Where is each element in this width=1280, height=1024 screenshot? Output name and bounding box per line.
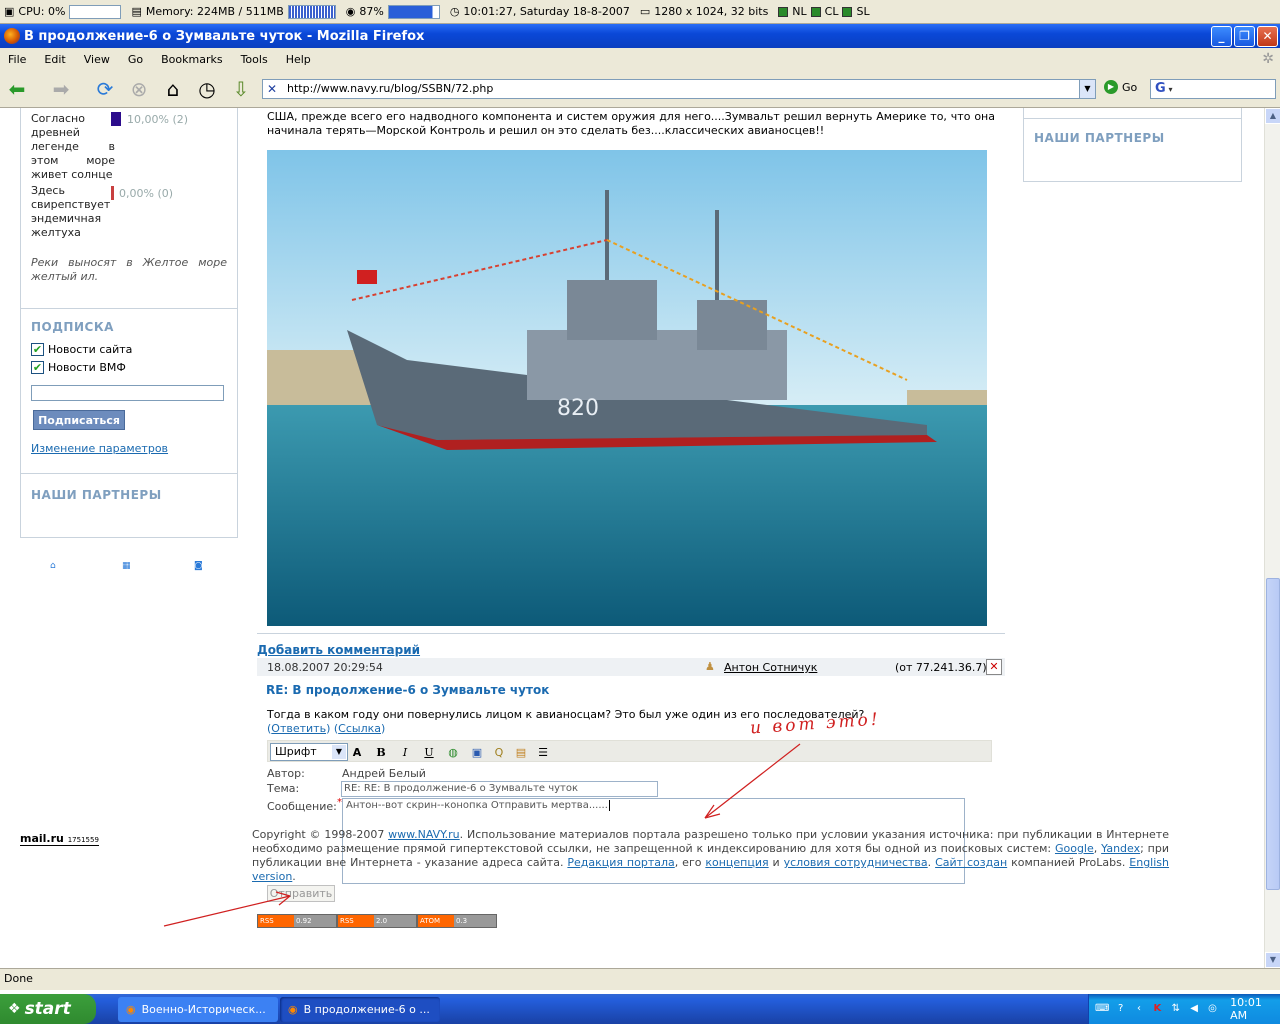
lang-nl[interactable]: NL — [792, 5, 806, 18]
chevron-left-icon[interactable]: ‹ — [1132, 1002, 1145, 1016]
taskbar: ❖ start ◉ Военно-Историческ... ◉ В продолже… — [0, 994, 1280, 1024]
menu-go[interactable]: Go — [128, 53, 143, 66]
stop-icon[interactable]: ⊗ — [126, 76, 152, 102]
scroll-up-icon[interactable]: ▲ — [1265, 108, 1280, 124]
back-arrow-icon[interactable]: ⬅ — [4, 76, 30, 102]
annotation-arrow-top — [704, 743, 801, 819]
annotation-overlay — [163, 743, 801, 927]
reload-icon[interactable]: ⟳ — [92, 76, 118, 102]
task-label: Военно-Историческ... — [141, 1003, 266, 1016]
battery-graph — [387, 4, 440, 19]
close-button[interactable]: ✕ — [1257, 26, 1278, 47]
antivirus-icon[interactable]: K — [1151, 1002, 1164, 1016]
firefox-icon — [4, 28, 20, 44]
help-icon[interactable]: ? — [1114, 1002, 1127, 1016]
memory-meter: ▤ Memory: 224MB / 511MB — [131, 4, 336, 19]
go-arrow-icon: ▶ — [1104, 80, 1118, 94]
system-monitor-bar: ▣ CPU: 0% ▤ Memory: 224MB / 511MB ◉ 87% ◷ 10… — [0, 0, 1280, 24]
taskbar-item-military-history[interactable]: ◉ Военно-Историческ... — [118, 997, 278, 1022]
vertical-scrollbar[interactable]: ▲ ▼ — [1264, 108, 1280, 968]
home-icon[interactable]: ⌂ — [160, 76, 186, 102]
navigation-toolbar: ⬅ ➡ ⟳ ⊗ ⌂ ◷ ⇩ ✕ http://www.navy.ru/blog/… — [0, 70, 1280, 108]
battery-meter: ◉ 87% — [345, 4, 440, 19]
menu-tools[interactable]: Tools — [241, 53, 268, 66]
menu-bookmarks[interactable]: Bookmarks — [161, 53, 222, 66]
cpu-meter: ▣ CPU: 0% — [4, 4, 122, 19]
menu-file[interactable]: File — [8, 53, 26, 66]
address-dropdown-icon[interactable]: ▼ — [1079, 80, 1095, 98]
annotation-arrow-bottom — [163, 895, 291, 927]
display-label: 1280 x 1024, 32 bits — [654, 5, 769, 18]
minimize-button[interactable]: _ — [1211, 26, 1232, 47]
lang-sl[interactable]: SL — [856, 5, 869, 18]
datetime-label: 10:01:27, Saturday 18-8-2007 — [463, 5, 630, 18]
history-icon[interactable]: ◷ — [194, 76, 220, 102]
window-titlebar: В продолжение-6 о Зумвальте чуток - Mozi… — [0, 24, 1280, 48]
clock-meter: ◷ 10:01:27, Saturday 18-8-2007 — [450, 5, 630, 18]
shield-icon[interactable]: ◎ — [1206, 1002, 1219, 1016]
start-button[interactable]: ❖ start — [0, 994, 96, 1024]
go-button[interactable]: ▶ Go — [1104, 80, 1137, 94]
task-label: В продолжение-6 о ... — [303, 1003, 430, 1016]
scroll-down-icon[interactable]: ▼ — [1265, 952, 1280, 968]
status-text: Done — [4, 972, 33, 985]
throbber-icon: ✲ — [1262, 51, 1274, 67]
taskbar-item-zumwalt[interactable]: ◉ В продолжение-6 о ... — [280, 997, 440, 1022]
battery-label: 87% — [359, 5, 384, 18]
keyboard-icon[interactable]: ⌨ — [1095, 1002, 1109, 1016]
site-favicon-icon: ✕ — [267, 82, 278, 96]
network-icon[interactable]: ⇅ — [1169, 1002, 1182, 1016]
firefox-icon: ◉ — [126, 1003, 136, 1016]
display-meter: ▭ 1280 x 1024, 32 bits — [640, 5, 768, 18]
memory-label: Memory: 224MB / 511MB — [145, 5, 284, 18]
cpu-icon: ▣ — [4, 5, 15, 18]
go-label: Go — [1122, 80, 1138, 94]
start-label: start — [24, 999, 71, 1019]
download-icon[interactable]: ⇩ — [228, 76, 254, 102]
google-logo-icon: G — [1155, 81, 1166, 96]
menu-help[interactable]: Help — [286, 53, 311, 66]
address-bar[interactable]: ✕ http://www.navy.ru/blog/SSBN/72.php ▼ — [262, 79, 1096, 99]
cpu-label: CPU: 0% — [18, 5, 66, 18]
status-bar: Done — [0, 968, 1280, 990]
memory-graph — [287, 4, 336, 19]
windows-logo-icon: ❖ — [8, 1001, 21, 1017]
display-icon: ▭ — [639, 5, 651, 18]
battery-icon: ◉ — [345, 5, 356, 18]
clock-icon: ◷ — [449, 5, 460, 18]
menu-bar: File Edit View Go Bookmarks Tools Help ✲ — [0, 48, 1280, 70]
tray-clock: 10:01 AM — [1230, 996, 1262, 1022]
menu-view[interactable]: View — [84, 53, 110, 66]
scroll-thumb[interactable] — [1266, 578, 1280, 890]
volume-icon[interactable]: ◀ — [1187, 1002, 1200, 1016]
maximize-button[interactable]: ❐ — [1234, 26, 1255, 47]
forward-arrow-icon[interactable]: ➡ — [48, 76, 74, 102]
cpu-graph — [69, 4, 122, 19]
address-url[interactable]: http://www.navy.ru/blog/SSBN/72.php — [287, 82, 493, 95]
lang-cl[interactable]: CL — [825, 5, 839, 18]
lang-indicators: NL CL SL — [778, 5, 870, 18]
search-box[interactable]: G ▾ — [1150, 79, 1276, 99]
page-viewport: Согласно древней легенде в этом море жив… — [0, 108, 1264, 968]
window-title: В продолжение-6 о Зумвальте чуток - Mozi… — [24, 28, 425, 44]
firefox-icon: ◉ — [288, 1003, 298, 1016]
memory-icon: ▤ — [131, 5, 142, 18]
system-tray: ⌨ ? ‹ K ⇅ ◀ ◎ 10:01 AM — [1088, 994, 1280, 1024]
menu-edit[interactable]: Edit — [44, 53, 65, 66]
